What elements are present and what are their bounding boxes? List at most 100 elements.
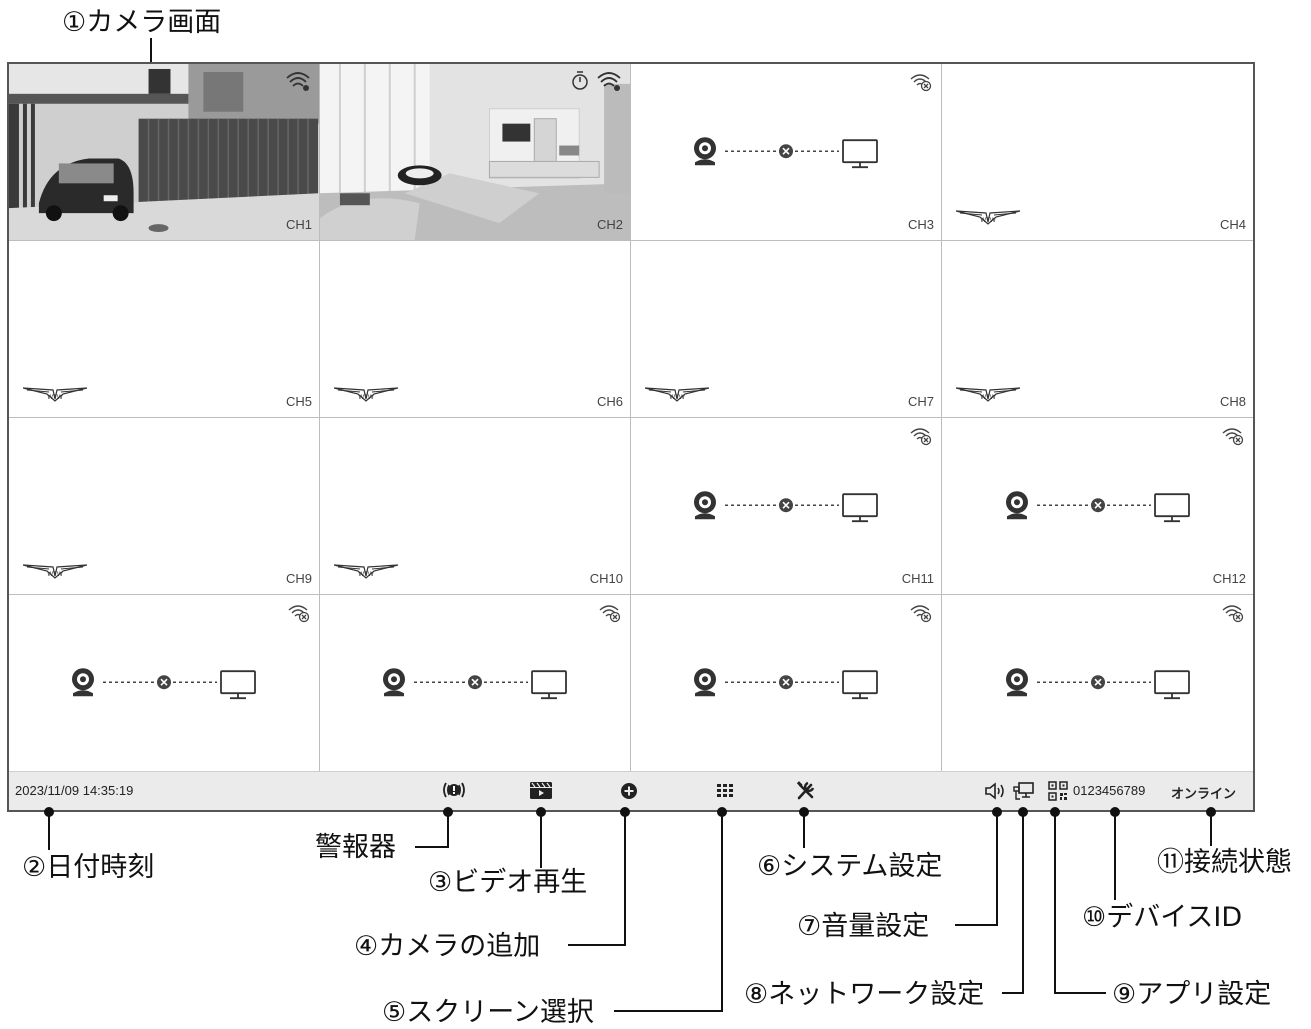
network-icon[interactable] (1011, 780, 1037, 806)
status-datetime: 2023/11/09 14:35:19 (15, 783, 134, 798)
callout-device-id: ⑩デバイスID (1082, 902, 1243, 933)
brand-logo-icon: WTW (644, 385, 710, 407)
logo-text: WTW (358, 394, 374, 401)
channel-label: CH3 (907, 217, 934, 232)
camera-tile[interactable]: CH1 (9, 64, 320, 241)
camera-tile[interactable]: WTW CH7 (631, 241, 942, 418)
channel-label: CH6 (596, 394, 623, 409)
camera-tile[interactable]: CH3 (631, 64, 942, 241)
wifi-icon (285, 70, 311, 96)
leader-volume-v (996, 812, 998, 926)
add-camera-icon[interactable] (618, 780, 640, 806)
leader-device (1114, 812, 1116, 900)
brand-logo-icon: WTW (22, 562, 88, 584)
channel-label: CH2 (596, 217, 623, 232)
leader-volume-h (955, 924, 998, 926)
channel-label: CH9 (285, 571, 312, 586)
camera-tile[interactable]: CH11 (631, 418, 942, 595)
callout-alarm: 警報器 (315, 832, 396, 863)
camera-disconnected-icon (691, 663, 881, 707)
leader-connection (1210, 812, 1212, 846)
callout-volume-settings: ⑦音量設定 (797, 911, 930, 942)
leader-datetime (48, 812, 50, 850)
leader-alarm-v (447, 812, 449, 848)
alarm-icon[interactable] (441, 780, 467, 804)
channel-label: CH10 (589, 571, 623, 586)
camera-disconnected-icon (1003, 663, 1193, 707)
leader-network-h (1002, 992, 1024, 994)
logo-text: WTW (669, 394, 685, 401)
logo-text: WTW (47, 394, 63, 401)
camera-tile[interactable]: WTW CH6 (320, 241, 631, 418)
logo-text: WTW (980, 394, 996, 401)
logo-text: WTW (358, 571, 374, 578)
camera-tile[interactable]: WTW CH9 (9, 418, 320, 595)
camera-tile[interactable]: WTW CH4 (942, 64, 1253, 241)
leader-video (540, 812, 542, 868)
camera-tile[interactable] (9, 595, 320, 772)
no-signal-icon (909, 426, 933, 450)
brand-logo-icon: WTW (955, 385, 1021, 407)
no-signal-icon (287, 603, 311, 627)
brand-logo-icon: WTW (955, 208, 1021, 230)
leader-app-v (1054, 812, 1056, 994)
status-bar: 2023/11/09 14:35:19 0123456789 オンライン (9, 771, 1253, 810)
no-signal-icon (909, 603, 933, 627)
leader-screen-h (614, 1010, 723, 1012)
brand-logo-icon: WTW (333, 385, 399, 407)
camera-tile[interactable]: CH12 (942, 418, 1253, 595)
logo-text: WTW (980, 217, 996, 224)
channel-label: CH8 (1219, 394, 1246, 409)
callout-datetime: ②日付時刻 (22, 852, 155, 883)
volume-icon[interactable] (983, 780, 1007, 806)
camera-disconnected-icon (380, 663, 570, 707)
camera-disconnected-icon (691, 132, 881, 176)
camera-tile[interactable]: WTW CH10 (320, 418, 631, 595)
callout-camera-screen: ①カメラ画面 (62, 7, 222, 38)
system-settings-icon[interactable] (794, 780, 818, 806)
camera-tile[interactable] (942, 595, 1253, 772)
qr-code-icon[interactable] (1047, 780, 1069, 806)
camera-disconnected-icon (69, 663, 259, 707)
leader-add-v (624, 812, 626, 946)
leader-screen-v (721, 812, 723, 1012)
video-playback-icon[interactable] (528, 780, 554, 804)
no-signal-icon (598, 603, 622, 627)
camera-disconnected-icon (1003, 486, 1193, 530)
leader-add-h (568, 944, 626, 946)
nvr-screen: CH1 CH2 CH3 WTW CH4 WTW CH5 WTW CH6 WTW CH7 WTW CH8 W… (7, 62, 1255, 812)
callout-video-playback: ③ビデオ再生 (428, 867, 588, 898)
camera-tile[interactable] (631, 595, 942, 772)
channel-label: CH11 (901, 571, 934, 586)
leader-alarm-h (415, 846, 449, 848)
brand-logo-icon: WTW (22, 385, 88, 407)
channel-label: CH7 (907, 394, 934, 409)
device-id-text: 0123456789 (1073, 783, 1146, 798)
brand-logo-icon: WTW (333, 562, 399, 584)
camera-tile[interactable]: WTW CH5 (9, 241, 320, 418)
leader-system (803, 812, 805, 848)
timer-icon (570, 70, 590, 96)
no-signal-icon (1221, 426, 1245, 450)
logo-text: WTW (47, 571, 63, 578)
channel-label: CH1 (285, 217, 312, 232)
camera-tile[interactable]: WTW CH8 (942, 241, 1253, 418)
callout-network-settings: ⑧ネットワーク設定 (744, 979, 985, 1010)
channel-label: CH4 (1219, 217, 1246, 232)
no-signal-icon (1221, 603, 1245, 627)
callout-add-camera: ④カメラの追加 (354, 931, 541, 962)
screen-layout-icon[interactable] (714, 780, 738, 806)
leader-app-h (1054, 992, 1106, 994)
camera-disconnected-icon (691, 486, 881, 530)
camera-tile[interactable] (320, 595, 631, 772)
callout-connection-status: ⑪接続状態 (1157, 847, 1292, 878)
channel-label: CH5 (285, 394, 312, 409)
no-signal-icon (909, 72, 933, 96)
leader-network-v (1022, 812, 1024, 994)
callout-app-settings: ⑨アプリ設定 (1112, 979, 1272, 1010)
channel-label: CH12 (1212, 571, 1246, 586)
connection-status-text: オンライン (1171, 786, 1237, 801)
camera-tile[interactable]: CH2 (320, 64, 631, 241)
wifi-icon (596, 70, 622, 96)
callout-screen-select: ⑤スクリーン選択 (382, 997, 594, 1028)
